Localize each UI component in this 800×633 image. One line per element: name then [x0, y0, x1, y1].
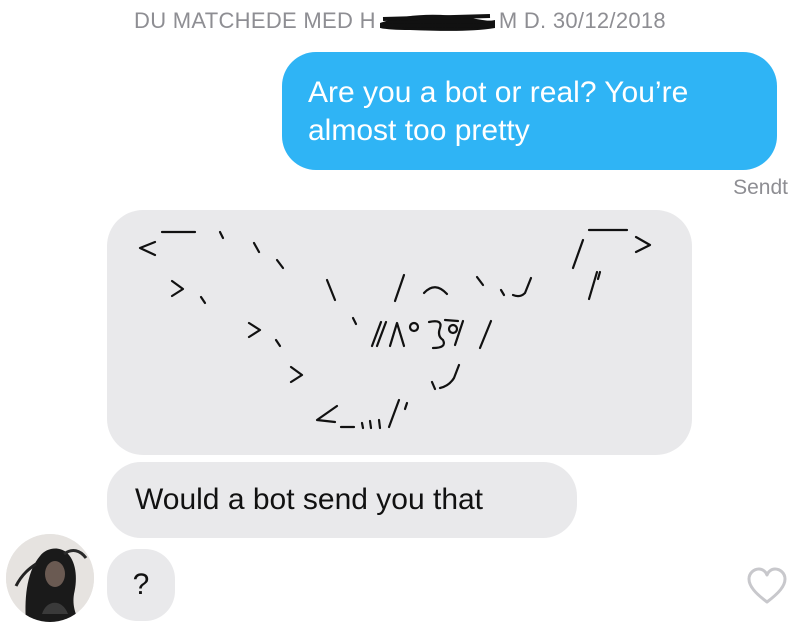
match-header-suffix: M D. 30/12/2018	[498, 8, 666, 33]
name-redaction-scribble	[379, 10, 495, 32]
chat-screen: DU MATCHEDE MED H M D. 30/12/2018 Are you…	[0, 0, 800, 633]
heart-outline-icon[interactable]	[745, 566, 789, 606]
outgoing-message-text: Are you a bot or real? You’re almost too…	[308, 76, 689, 147]
incoming-question-text: ?	[132, 568, 150, 601]
ascii-art-drawing	[138, 228, 652, 430]
match-header-prefix: DU MATCHEDE MED H	[134, 8, 376, 33]
sent-status-label: Sendt	[733, 176, 788, 199]
incoming-question-bubble[interactable]: ?	[107, 549, 175, 621]
outgoing-message-bubble[interactable]: Are you a bot or real? You’re almost too…	[282, 52, 777, 170]
profile-photo	[6, 534, 94, 622]
avatar[interactable]	[6, 534, 94, 622]
incoming-message-bubble[interactable]: Would a bot send you that	[107, 462, 577, 538]
match-date-header: DU MATCHEDE MED H M D. 30/12/2018	[0, 8, 800, 34]
ascii-art-message-bubble[interactable]	[107, 210, 692, 455]
incoming-message-text: Would a bot send you that	[135, 483, 484, 516]
